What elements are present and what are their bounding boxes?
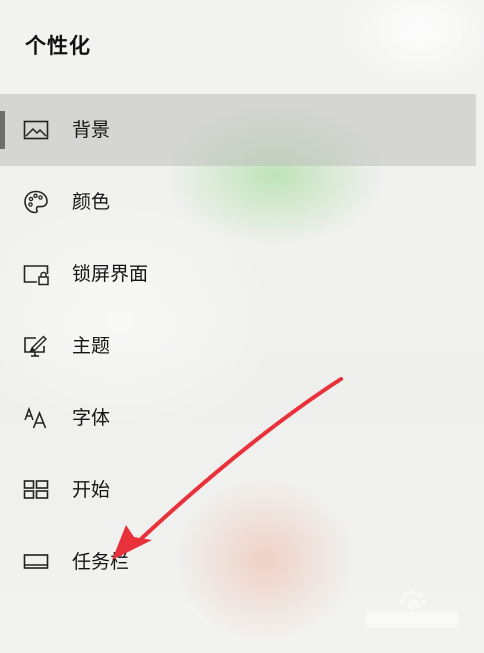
nav-item-label: 任务栏 xyxy=(72,551,130,573)
nav-item-label: 字体 xyxy=(72,407,111,429)
nav-item-lock-screen[interactable]: 锁屏界面 xyxy=(0,238,476,310)
palette-icon xyxy=(23,189,49,215)
watermark-logo xyxy=(366,588,458,627)
nav-item-start[interactable]: 开始 xyxy=(0,454,476,526)
nav-item-label: 主题 xyxy=(72,335,111,357)
nav-item-label: 锁屏界面 xyxy=(72,263,149,285)
nav-item-label: 颜色 xyxy=(72,191,111,213)
lock-screen-icon xyxy=(23,261,49,287)
nav-item-background[interactable]: 背景 xyxy=(0,94,476,166)
nav-item-fonts[interactable]: 字体 xyxy=(0,382,476,454)
taskbar-icon xyxy=(23,549,49,575)
personalization-nav: 背景 颜色 锁屏界面 主题 字体 开始 任务栏 xyxy=(0,94,476,598)
start-tiles-icon xyxy=(23,477,49,503)
nav-item-label: 开始 xyxy=(72,479,111,501)
nav-item-themes[interactable]: 主题 xyxy=(0,310,476,382)
nav-item-label: 背景 xyxy=(72,119,111,141)
nav-item-colors[interactable]: 颜色 xyxy=(0,166,476,238)
theme-brush-icon xyxy=(23,333,49,359)
picture-icon xyxy=(23,117,49,143)
page-title: 个性化 xyxy=(25,34,91,58)
font-icon xyxy=(23,405,49,431)
settings-personalization-panel: 个性化 背景 颜色 锁屏界面 主题 字体 开始 任务栏 xyxy=(0,0,484,653)
